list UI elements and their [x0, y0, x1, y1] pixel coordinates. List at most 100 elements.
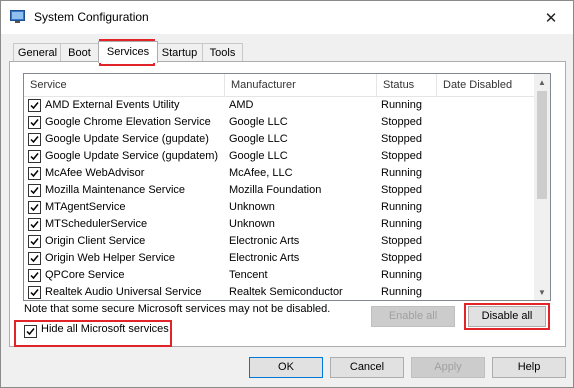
services-list[interactable]: Service Manufacturer Status Date Disable… [23, 73, 551, 301]
checkbox-check-icon [30, 221, 39, 229]
service-name: AMD External Events Utility [45, 99, 180, 111]
column-header-date-disabled[interactable]: Date Disabled [437, 74, 534, 96]
table-row[interactable]: AMD External Events Utility AMD Running [24, 97, 534, 114]
service-status: Stopped [381, 116, 422, 128]
checkbox-check-icon [30, 238, 39, 246]
table-row[interactable]: Google Update Service (gupdatem) Google L… [24, 148, 534, 165]
window-title: System Configuration [34, 10, 149, 24]
service-checkbox[interactable] [28, 184, 41, 197]
service-name: Realtek Audio Universal Service [45, 286, 202, 298]
service-name: Origin Client Service [45, 235, 146, 247]
service-manufacturer: Electronic Arts [229, 235, 300, 247]
service-manufacturer: Mozilla Foundation [229, 184, 322, 196]
service-checkbox[interactable] [28, 269, 41, 282]
service-manufacturer: Google LLC [229, 133, 288, 145]
tab-tools[interactable]: Tools [202, 43, 243, 62]
service-checkbox[interactable] [28, 167, 41, 180]
service-checkbox[interactable] [28, 150, 41, 163]
checkbox-check-icon [30, 289, 39, 297]
column-header-status[interactable]: Status [377, 74, 437, 96]
service-status: Stopped [381, 150, 422, 162]
hide-ms-services-checkbox[interactable] [24, 325, 37, 338]
scroll-thumb[interactable] [537, 91, 547, 199]
tab-general[interactable]: General [13, 43, 62, 62]
enable-all-button[interactable]: Enable all [371, 306, 455, 327]
service-manufacturer: Unknown [229, 218, 275, 230]
service-manufacturer: Google LLC [229, 116, 288, 128]
column-header-manufacturer[interactable]: Manufacturer [225, 74, 377, 96]
help-button[interactable]: Help [492, 357, 566, 378]
tab-startup[interactable]: Startup [156, 43, 203, 62]
service-checkbox[interactable] [28, 286, 41, 299]
service-manufacturer: Realtek Semiconductor [229, 286, 343, 298]
service-status: Running [381, 286, 422, 298]
service-checkbox[interactable] [28, 218, 41, 231]
service-name: Google Chrome Elevation Service [45, 116, 211, 128]
table-row[interactable]: Origin Client Service Electronic Arts Stop… [24, 233, 534, 250]
checkbox-check-icon [30, 255, 39, 263]
service-name: MTSchedulerService [45, 218, 148, 230]
service-checkbox[interactable] [28, 201, 41, 214]
service-name: MTAgentService [45, 201, 126, 213]
tab-boot[interactable]: Boot [60, 43, 99, 62]
service-manufacturer: McAfee, LLC [229, 167, 293, 179]
service-manufacturer: AMD [229, 99, 254, 111]
service-name: Google Update Service (gupdatem) [45, 150, 219, 162]
vertical-scrollbar[interactable]: ▲ ▼ [534, 74, 550, 300]
table-row[interactable]: Origin Web Helper Service Electronic Arts… [24, 250, 534, 267]
table-row[interactable]: MTSchedulerService Unknown Running [24, 216, 534, 233]
table-row[interactable]: McAfee WebAdvisor McAfee, LLC Running [24, 165, 534, 182]
scroll-up-icon[interactable]: ▲ [534, 74, 550, 90]
system-configuration-window: System Configuration ✕ General Boot Serv… [0, 0, 574, 388]
service-name: Mozilla Maintenance Service [45, 184, 186, 196]
title-bar: System Configuration ✕ [1, 1, 573, 34]
service-checkbox[interactable] [28, 235, 41, 248]
service-status: Running [381, 167, 422, 179]
table-row[interactable]: Google Chrome Elevation Service Google LL… [24, 114, 534, 131]
ok-button[interactable]: OK [249, 357, 323, 378]
table-row[interactable]: Mozilla Maintenance Service Mozilla Found… [24, 182, 534, 199]
disable-all-button[interactable]: Disable all [468, 306, 546, 327]
close-icon: ✕ [544, 9, 558, 27]
table-row[interactable]: Realtek Audio Universal Service Realtek S… [24, 284, 534, 300]
tab-services[interactable]: Services [98, 41, 158, 63]
checkbox-check-icon [30, 187, 39, 195]
table-row[interactable]: QPCore Service Tencent Running [24, 267, 534, 284]
service-name: McAfee WebAdvisor [45, 167, 145, 179]
checkbox-check-icon [30, 204, 39, 212]
apply-button[interactable]: Apply [411, 357, 485, 378]
service-manufacturer: Google LLC [229, 150, 288, 162]
checkbox-check-icon [30, 170, 39, 178]
cancel-button[interactable]: Cancel [330, 357, 404, 378]
table-row[interactable]: MTAgentService Unknown Running [24, 199, 534, 216]
hide-ms-services-label: Hide all Microsoft services [41, 323, 169, 335]
secure-services-note: Note that some secure Microsoft services… [24, 303, 331, 315]
service-status: Stopped [381, 184, 422, 196]
service-checkbox[interactable] [28, 133, 41, 146]
checkbox-check-icon [30, 136, 39, 144]
list-rows: AMD External Events Utility AMD Running Goo… [24, 97, 534, 300]
service-name: QPCore Service [45, 269, 125, 281]
service-checkbox[interactable] [28, 252, 41, 265]
service-status: Running [381, 201, 422, 213]
checkbox-check-icon [30, 119, 39, 127]
service-status: Stopped [381, 235, 422, 247]
service-status: Running [381, 99, 422, 111]
service-checkbox[interactable] [28, 99, 41, 112]
close-button[interactable]: ✕ [529, 1, 573, 34]
service-status: Stopped [381, 133, 422, 145]
checkbox-check-icon [30, 153, 39, 161]
service-status: Running [381, 269, 422, 281]
checkbox-check-icon [26, 328, 35, 336]
system-config-icon [10, 10, 25, 23]
list-header: Service Manufacturer Status Date Disable… [24, 74, 534, 97]
service-status: Running [381, 218, 422, 230]
service-manufacturer: Tencent [229, 269, 268, 281]
services-panel: Service Manufacturer Status Date Disable… [9, 61, 566, 347]
scroll-down-icon[interactable]: ▼ [534, 284, 550, 300]
table-row[interactable]: Google Update Service (gupdate) Google LL… [24, 131, 534, 148]
checkbox-check-icon [30, 272, 39, 280]
column-header-service[interactable]: Service [24, 74, 225, 96]
service-checkbox[interactable] [28, 116, 41, 129]
checkbox-check-icon [30, 102, 39, 110]
